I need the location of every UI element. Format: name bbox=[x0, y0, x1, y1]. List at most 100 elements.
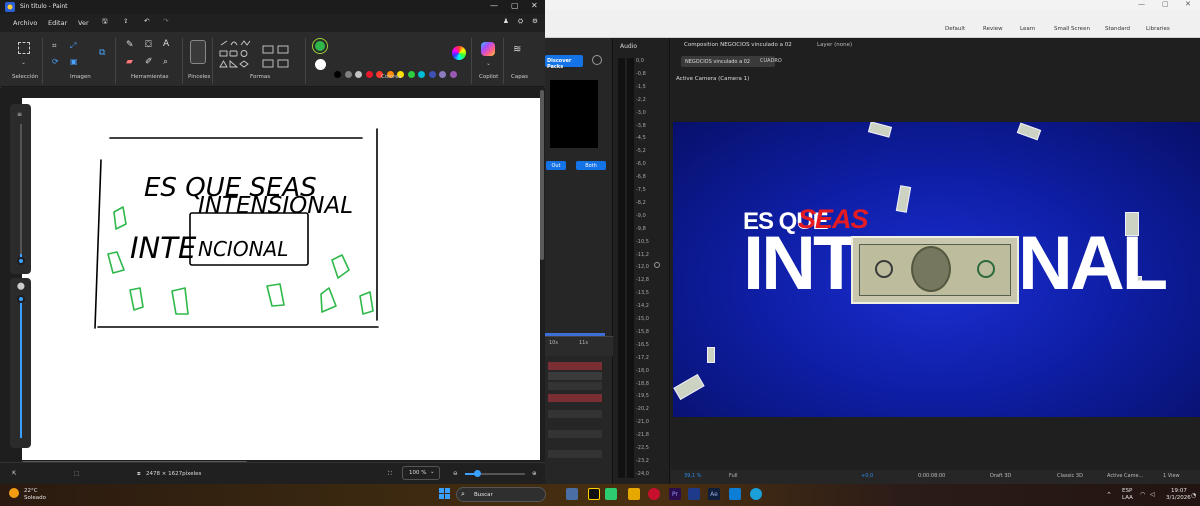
wifi-icon[interactable]: ◠ bbox=[1140, 491, 1145, 498]
volume-icon[interactable]: ◁ bbox=[1150, 491, 1155, 498]
vertical-scrollbar[interactable] bbox=[540, 90, 544, 260]
palette-color-swatch[interactable] bbox=[355, 71, 362, 78]
chevron-down-icon[interactable]: ⌄ bbox=[430, 469, 435, 475]
save-icon[interactable]: 🖫 bbox=[102, 17, 108, 28]
menu-archivo[interactable]: Archivo bbox=[13, 19, 37, 27]
layers-icon[interactable]: ≋ bbox=[513, 44, 521, 55]
maximize-icon[interactable]: ▢ bbox=[1162, 0, 1169, 8]
clock-time[interactable]: 19:07 bbox=[1171, 488, 1187, 494]
current-color-swatch[interactable] bbox=[312, 38, 328, 54]
redo-icon[interactable]: ↷ bbox=[163, 17, 168, 25]
fit-to-window-icon[interactable]: ⛶ bbox=[388, 471, 392, 478]
resolution-dropdown[interactable]: Full bbox=[729, 473, 738, 479]
palette-color-swatch[interactable] bbox=[418, 71, 425, 78]
start-button-icon[interactable] bbox=[439, 488, 451, 500]
brush-icon[interactable] bbox=[190, 40, 206, 64]
workspace-libraries[interactable]: Libraries bbox=[1146, 26, 1170, 32]
input-language[interactable]: ESP bbox=[1122, 488, 1132, 494]
minimize-icon[interactable]: — bbox=[1138, 0, 1145, 8]
brush-size-slider[interactable]: ≡ bbox=[10, 104, 31, 274]
workspace-learn[interactable]: Learn bbox=[1020, 26, 1035, 32]
settings-icon[interactable]: ⚙ bbox=[532, 17, 538, 25]
share-user-icon[interactable]: ⛭ bbox=[518, 17, 523, 26]
zoom-out-icon[interactable]: ⊖ bbox=[453, 471, 458, 477]
maximize-icon[interactable]: ▢ bbox=[511, 1, 519, 10]
out-button[interactable]: Out bbox=[546, 161, 566, 170]
exposure-value[interactable]: +0,0 bbox=[861, 473, 873, 479]
image-creator-icon[interactable]: ⧉ bbox=[99, 48, 105, 58]
palette-color-swatch[interactable] bbox=[334, 71, 341, 78]
menu-editar[interactable]: Editar bbox=[48, 19, 67, 27]
eraser-icon[interactable]: ▰ bbox=[126, 57, 133, 67]
palette-color-swatch[interactable] bbox=[449, 71, 457, 78]
text-icon[interactable]: A bbox=[163, 39, 169, 49]
crop-icon[interactable]: ⌗ bbox=[52, 41, 57, 51]
timeline-layer-bar[interactable] bbox=[548, 362, 602, 370]
clock-date[interactable]: 3/1/2026 bbox=[1166, 495, 1191, 501]
close-icon[interactable]: ✕ bbox=[531, 1, 538, 10]
slider-thumb[interactable] bbox=[17, 257, 25, 265]
paint-canvas[interactable]: ES QUE SEAS INTENSIONAL INTE NCIONAL bbox=[22, 98, 540, 460]
layer-panel-title[interactable]: Layer (none) bbox=[817, 42, 852, 48]
minimize-icon[interactable]: — bbox=[490, 1, 498, 10]
shapes-gallery[interactable] bbox=[218, 38, 298, 74]
composition-viewer[interactable]: ES QUE SEAS INTE NAL bbox=[673, 122, 1200, 417]
resize-icon[interactable]: ⤢ bbox=[70, 41, 76, 51]
both-button[interactable]: Both bbox=[576, 161, 606, 170]
weather-temperature[interactable]: 22°C bbox=[24, 488, 38, 494]
magnifier-icon[interactable]: ⌕ bbox=[163, 57, 168, 67]
palette-color-swatch[interactable] bbox=[407, 71, 415, 78]
app-icon[interactable] bbox=[729, 488, 741, 500]
opacity-slider[interactable]: ⬤ bbox=[10, 278, 31, 448]
remove-background-icon[interactable]: ▣ bbox=[70, 57, 78, 66]
user-icon[interactable] bbox=[592, 55, 602, 65]
palette-color-swatch[interactable] bbox=[344, 71, 352, 78]
weather-condition[interactable]: Soleado bbox=[24, 495, 46, 501]
notification-icon[interactable]: ◔ bbox=[1191, 492, 1196, 499]
task-view-icon[interactable] bbox=[566, 488, 578, 500]
close-icon[interactable]: ✕ bbox=[1185, 0, 1191, 8]
account-icon[interactable]: ♟ bbox=[503, 17, 509, 25]
workspace-default[interactable]: Default bbox=[945, 26, 965, 32]
after-effects-icon[interactable]: Ae bbox=[708, 488, 720, 500]
share-icon[interactable]: ⇪ bbox=[123, 17, 128, 25]
edge-browser-icon[interactable] bbox=[750, 488, 762, 500]
work-area-bar[interactable] bbox=[545, 333, 605, 336]
composition-panel-title[interactable]: Composition NEGOCIOS vinculado a 02 bbox=[684, 42, 792, 48]
camera-dropdown[interactable]: Active Came... bbox=[1107, 473, 1143, 479]
opera-browser-icon[interactable] bbox=[648, 488, 660, 500]
discover-packs-button[interactable]: Discover Packs bbox=[545, 55, 583, 70]
copilot-icon[interactable] bbox=[481, 42, 495, 56]
secondary-color-swatch[interactable] bbox=[315, 59, 326, 70]
workspace-standard[interactable]: Standard bbox=[1105, 26, 1130, 32]
menu-ver[interactable]: Ver bbox=[78, 19, 89, 27]
magnification-dropdown[interactable]: 39,1 % bbox=[684, 473, 701, 479]
edit-colors-icon[interactable] bbox=[452, 46, 466, 60]
palette-color-swatch[interactable] bbox=[365, 71, 373, 78]
workspace-small-screen[interactable]: Small Screen bbox=[1054, 26, 1090, 32]
rotate-icon[interactable]: ⟳ bbox=[52, 57, 59, 66]
volume-slider-knob[interactable] bbox=[654, 262, 660, 268]
premiere-icon[interactable]: Pr bbox=[669, 488, 681, 500]
taskbar-search-box[interactable]: ⌕ Buscar bbox=[456, 487, 546, 502]
workspace-review[interactable]: Review bbox=[983, 26, 1003, 32]
chevron-up-icon[interactable]: ⌃ bbox=[1106, 491, 1112, 499]
file-explorer-icon[interactable] bbox=[628, 488, 640, 500]
zoom-in-icon[interactable]: ⊕ bbox=[532, 471, 537, 477]
app-icon[interactable] bbox=[588, 488, 600, 500]
renderer-dropdown[interactable]: Classic 3D bbox=[1057, 473, 1083, 479]
undo-icon[interactable]: ↶ bbox=[144, 17, 149, 25]
zoom-slider-thumb[interactable] bbox=[474, 470, 481, 477]
composition-tab-cuadro[interactable]: CUADRO bbox=[760, 58, 782, 64]
chevron-down-icon[interactable]: ⌄ bbox=[486, 60, 491, 67]
palette-color-swatch[interactable] bbox=[439, 71, 446, 78]
chevron-down-icon[interactable]: ⌄ bbox=[21, 59, 26, 66]
app-icon[interactable] bbox=[688, 488, 700, 500]
weather-sun-icon[interactable] bbox=[9, 488, 19, 498]
selection-icon[interactable] bbox=[18, 42, 30, 54]
timeline-layer-bar[interactable] bbox=[548, 394, 602, 402]
draft-3d-toggle[interactable]: Draft 3D bbox=[990, 473, 1011, 479]
views-dropdown[interactable]: 1 View bbox=[1163, 473, 1180, 479]
palette-color-swatch[interactable] bbox=[428, 71, 436, 78]
fill-icon[interactable]: ⛋ bbox=[145, 40, 152, 50]
